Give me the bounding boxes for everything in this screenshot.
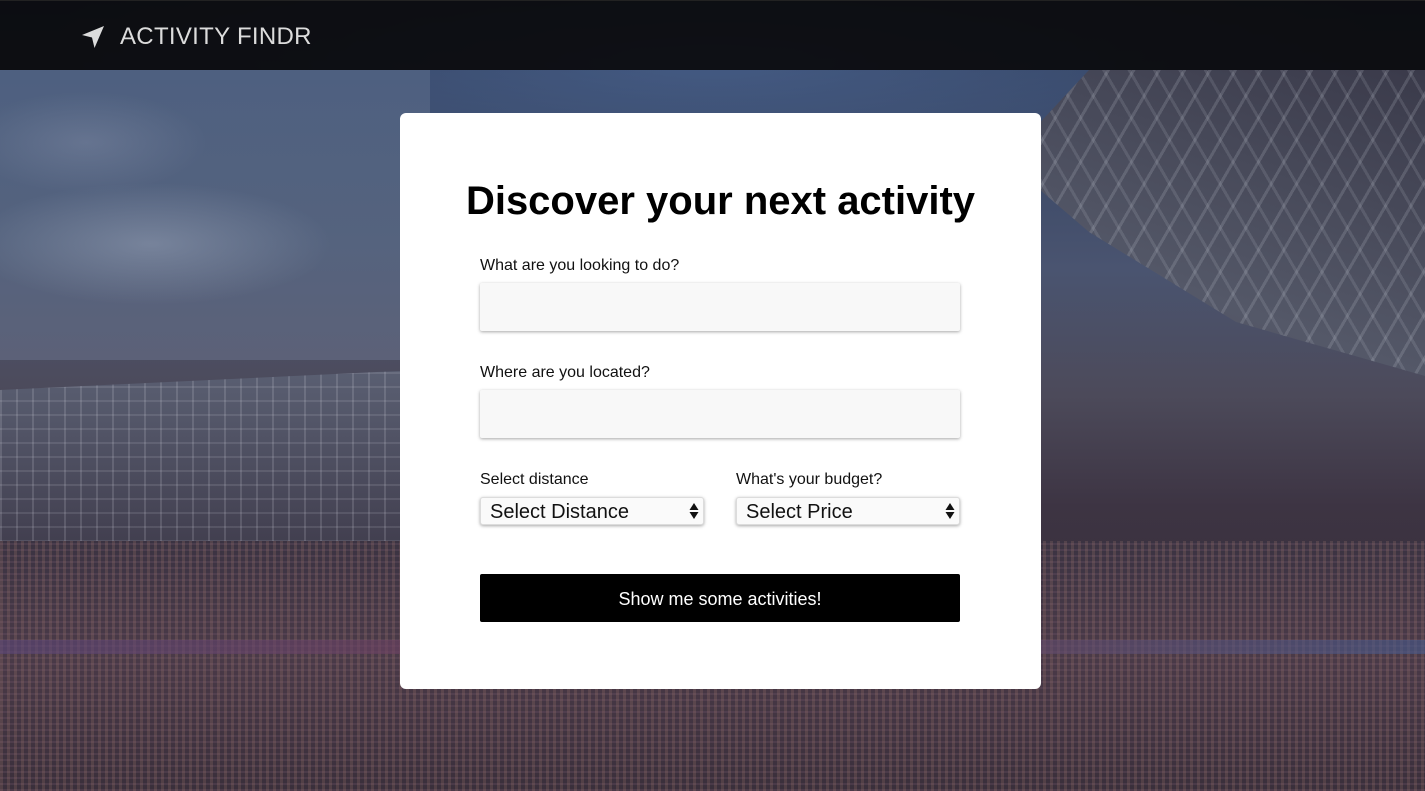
activity-input[interactable] (480, 283, 960, 331)
location-arrow-icon (80, 24, 106, 50)
budget-select[interactable]: Select Price (736, 497, 960, 525)
show-activities-button[interactable]: Show me some activities! (480, 574, 960, 622)
stadium-roof (1005, 70, 1425, 376)
stadium-stand (0, 370, 420, 570)
distance-select[interactable]: Select Distance (480, 497, 704, 525)
location-input[interactable] (480, 390, 960, 438)
page: ACTIVITY FINDR Discover your next activi… (0, 0, 1425, 791)
card-title: Discover your next activity (465, 179, 976, 223)
search-card: Discover your next activity What are you… (400, 113, 1041, 689)
brand-title: ACTIVITY FINDR (120, 23, 312, 50)
select-arrows-icon (689, 502, 699, 520)
top-navbar: ACTIVITY FINDR (0, 0, 1425, 70)
brand-link[interactable]: ACTIVITY FINDR (80, 23, 312, 51)
select-arrows-icon (945, 502, 955, 520)
budget-label: What's your budget? (736, 471, 883, 488)
budget-select-value: Select Price (746, 501, 853, 523)
distance-select-value: Select Distance (490, 501, 629, 523)
activity-label: What are you looking to do? (480, 257, 680, 274)
sky-area (0, 70, 430, 360)
location-label: Where are you located? (480, 364, 650, 381)
distance-label: Select distance (480, 471, 589, 488)
